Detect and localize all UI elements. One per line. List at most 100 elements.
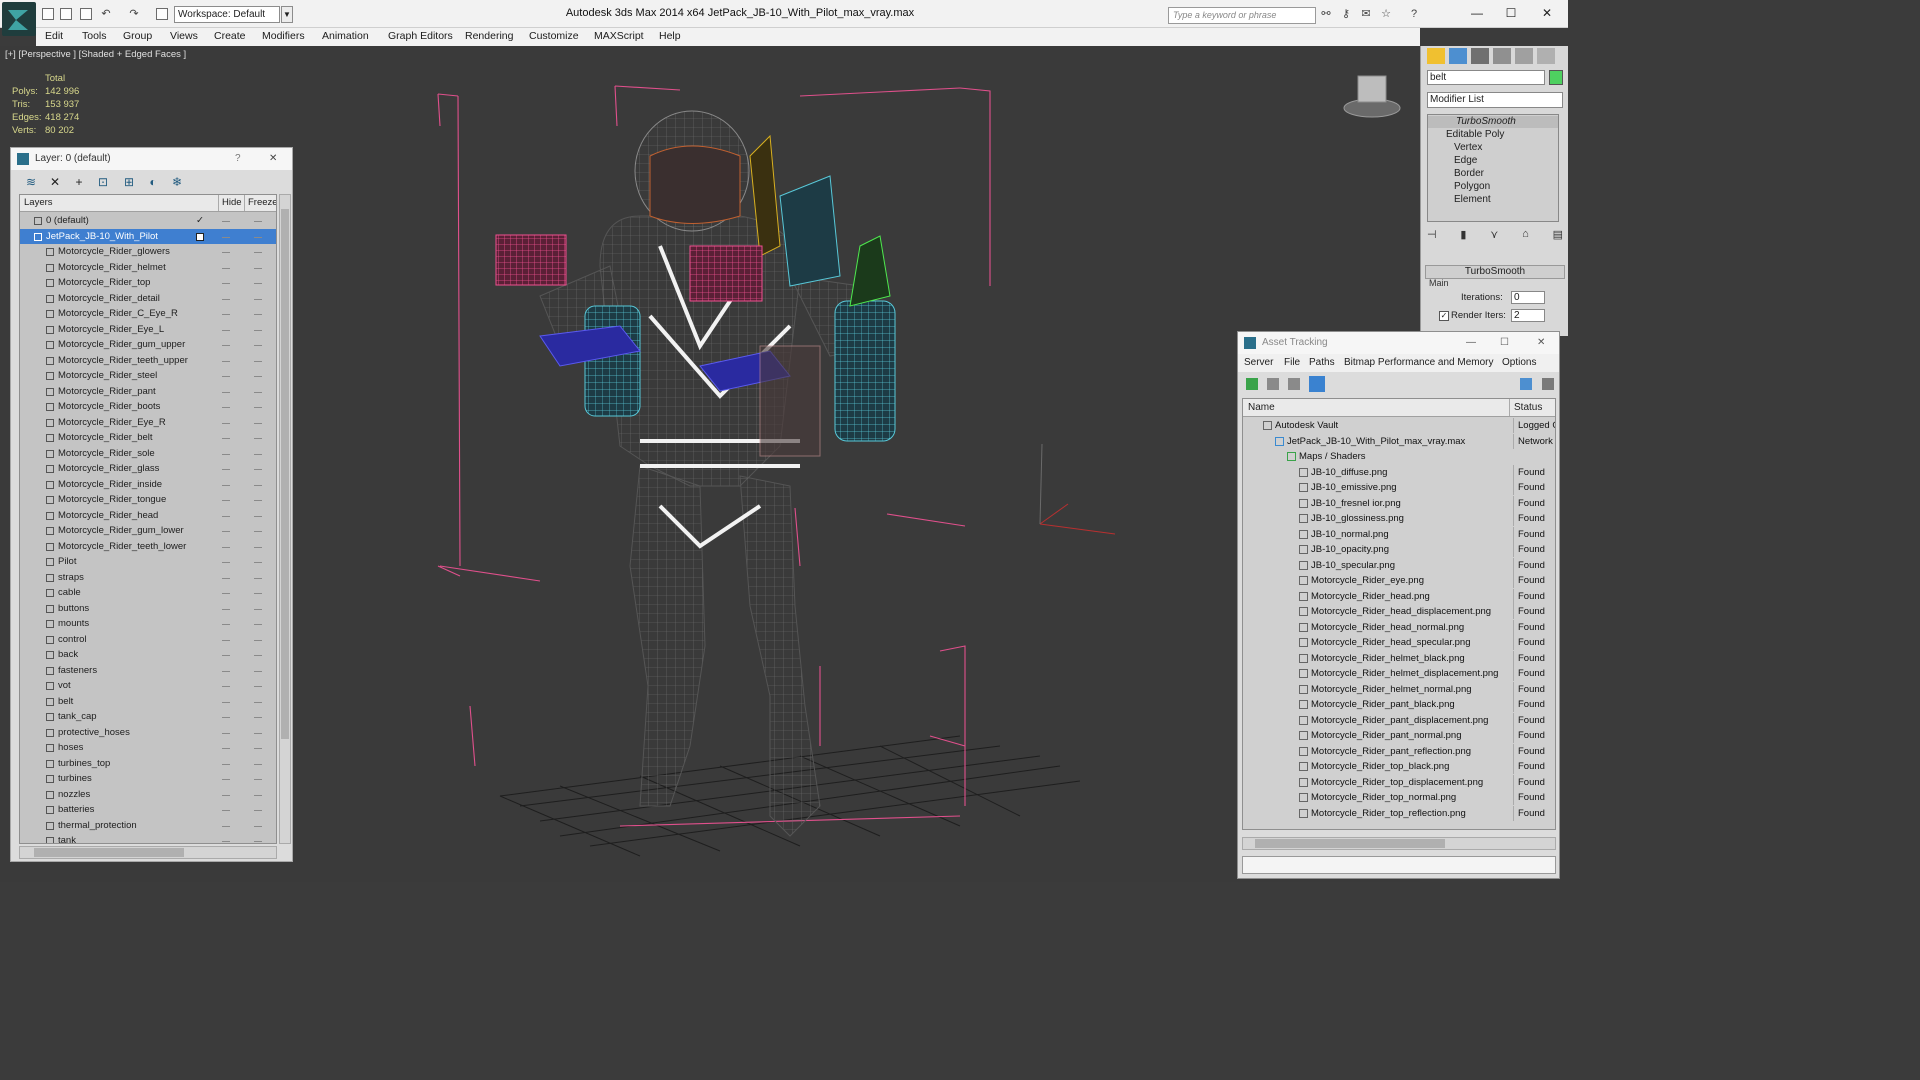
layer-row[interactable]: back — [20, 647, 276, 663]
layer-row[interactable]: Motorcycle_Rider_helmet — [20, 260, 276, 276]
modifier-list-select[interactable]: Modifier List — [1427, 92, 1563, 108]
freeze-toggle[interactable] — [254, 345, 262, 346]
freeze-toggle[interactable] — [254, 221, 262, 222]
freeze-toggle[interactable] — [254, 732, 262, 734]
asset-row[interactable]: Motorcycle_Rider_top_reflection.png Found — [1243, 805, 1555, 822]
close-icon[interactable]: ✕ — [269, 148, 277, 170]
help-icon[interactable]: ? — [1408, 8, 1420, 20]
key-icon[interactable]: ⚷ — [1340, 8, 1352, 20]
hide-toggle[interactable] — [222, 345, 230, 346]
freeze-toggle[interactable] — [254, 794, 262, 796]
render-iters-checkbox[interactable]: ✓ — [1439, 311, 1449, 321]
hide-toggle[interactable] — [222, 422, 230, 424]
layer-horizontal-scrollbar[interactable] — [19, 846, 277, 859]
asset-row[interactable]: JB-10_diffuse.png Found — [1243, 464, 1555, 481]
hide-toggle[interactable] — [222, 825, 230, 827]
freeze-toggle[interactable] — [254, 639, 262, 641]
freeze-toggle[interactable] — [254, 624, 262, 625]
layer-row[interactable]: Motorcycle_Rider_glowers — [20, 244, 276, 260]
set-current-layer-icon[interactable] — [196, 232, 204, 241]
asset-row[interactable]: JB-10_emissive.png Found — [1243, 480, 1555, 496]
menu-views[interactable]: Views — [170, 30, 198, 42]
freeze-toggle[interactable] — [254, 360, 262, 362]
menu-help[interactable]: Help — [659, 30, 681, 42]
freeze-toggle[interactable] — [254, 283, 262, 284]
hide-toggle[interactable] — [222, 701, 230, 703]
help-icon[interactable]: ? — [235, 148, 241, 170]
workspace-select[interactable]: Workspace: Default — [174, 6, 280, 23]
hide-toggle[interactable] — [222, 841, 230, 842]
close-icon[interactable]: ✕ — [1537, 332, 1545, 354]
layer-row[interactable]: Pilot — [20, 554, 276, 570]
layer-row[interactable]: tank — [20, 833, 276, 843]
hide-toggle[interactable] — [222, 453, 230, 455]
asset-row[interactable]: Motorcycle_Rider_helmet_black.png Found — [1243, 650, 1555, 667]
stack-item-edge[interactable]: Edge — [1454, 155, 1477, 167]
freeze-toggle[interactable] — [254, 391, 262, 393]
asset-row[interactable]: Motorcycle_Rider_head_normal.png Found — [1243, 619, 1555, 636]
scrollbar-thumb[interactable] — [34, 848, 184, 857]
scrollbar-thumb[interactable] — [1255, 839, 1445, 848]
freeze-toggle[interactable] — [254, 252, 262, 253]
open-file-icon[interactable] — [60, 8, 72, 20]
freeze-toggle[interactable] — [254, 484, 262, 486]
hide-toggle[interactable] — [222, 407, 230, 408]
create-tab-icon[interactable] — [1427, 48, 1445, 64]
modify-tab-icon[interactable] — [1449, 48, 1467, 64]
asset-row[interactable]: Motorcycle_Rider_pant_normal.png Found — [1243, 728, 1555, 744]
asset-row[interactable]: Autodesk Vault Logged Out — [1243, 418, 1555, 434]
project-folder-icon[interactable] — [156, 8, 168, 20]
binoculars-icon[interactable]: ⚯ — [1320, 8, 1332, 20]
freeze-toggle[interactable] — [254, 593, 262, 594]
layer-row[interactable]: Motorcycle_Rider_tongue — [20, 492, 276, 508]
redo-icon[interactable]: ↷ — [128, 8, 140, 20]
hide-toggle[interactable] — [222, 748, 230, 749]
hide-toggle[interactable] — [222, 562, 230, 563]
object-color-swatch[interactable] — [1549, 70, 1563, 85]
menu-tools[interactable]: Tools — [82, 30, 107, 42]
freeze-toggle[interactable] — [254, 810, 262, 811]
layer-row[interactable]: thermal_protection — [20, 818, 276, 834]
hide-toggle[interactable] — [222, 314, 230, 315]
menu-edit[interactable]: Edit — [45, 30, 63, 42]
asset-row[interactable]: JB-10_normal.png Found — [1243, 526, 1555, 543]
hide-toggle[interactable] — [222, 376, 230, 377]
refresh-icon[interactable] — [1246, 378, 1258, 390]
asset-row[interactable]: Motorcycle_Rider_top_normal.png Found — [1243, 790, 1555, 806]
menu-group[interactable]: Group — [123, 30, 152, 42]
layer-row[interactable]: vot — [20, 678, 276, 694]
pin-stack-icon[interactable]: ⊣ — [1427, 228, 1437, 244]
hide-toggle[interactable] — [222, 810, 230, 811]
hide-toggle[interactable] — [222, 484, 230, 486]
layer-row[interactable]: buttons — [20, 601, 276, 617]
layer-row[interactable]: Motorcycle_Rider_teeth_lower — [20, 539, 276, 555]
hide-toggle[interactable] — [222, 593, 230, 594]
freeze-toggle[interactable] — [254, 422, 262, 424]
layer-row[interactable]: Motorcycle_Rider_pant — [20, 384, 276, 400]
hide-toggle[interactable] — [222, 500, 230, 501]
layer-row[interactable]: belt — [20, 694, 276, 710]
grid-view-icon[interactable] — [1309, 376, 1325, 392]
menu-modifiers[interactable]: Modifiers — [262, 30, 305, 42]
hide-toggle[interactable] — [222, 298, 230, 300]
rollout-turbosmooth[interactable]: TurboSmooth — [1425, 265, 1565, 279]
app-logo-icon[interactable] — [2, 2, 36, 36]
asset-row[interactable]: Motorcycle_Rider_helmet_normal.png Found — [1243, 681, 1555, 698]
layer-row[interactable]: tank_cap — [20, 709, 276, 725]
minimize-icon[interactable]: — — [1462, 4, 1492, 22]
display-tab-icon[interactable] — [1515, 48, 1533, 64]
menu-customize[interactable]: Customize — [529, 30, 579, 42]
list-view-icon[interactable] — [1267, 378, 1279, 390]
layer-row[interactable]: Motorcycle_Rider_head — [20, 508, 276, 524]
asset-row[interactable]: Motorcycle_Rider_head.png Found — [1243, 588, 1555, 605]
freeze-toggle[interactable] — [254, 686, 262, 687]
freeze-toggle[interactable] — [254, 701, 262, 703]
search-input[interactable]: Type a keyword or phrase — [1168, 7, 1316, 24]
asset-menu-options[interactable]: Options — [1502, 357, 1536, 368]
layer-row[interactable]: control — [20, 632, 276, 648]
freeze-toggle[interactable] — [254, 236, 262, 238]
freeze-toggle[interactable] — [254, 438, 262, 439]
hide-toggle[interactable] — [222, 236, 230, 238]
layer-row[interactable]: batteries — [20, 802, 276, 818]
viewport-label[interactable]: [+] [Perspective ] [Shaded + Edged Faces… — [5, 49, 186, 60]
